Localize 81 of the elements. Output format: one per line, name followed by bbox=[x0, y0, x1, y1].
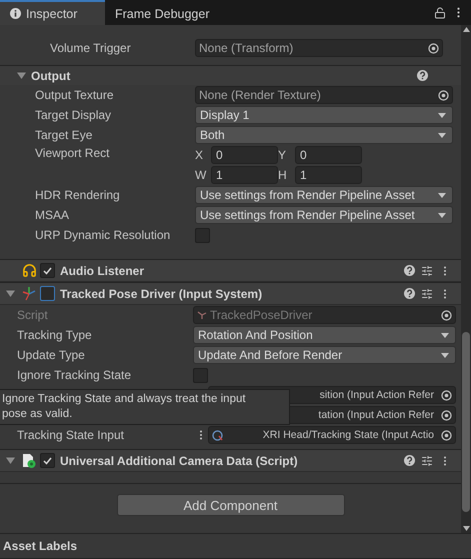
preset-sliders-icon[interactable] bbox=[421, 288, 433, 300]
field-label: Update Type bbox=[17, 348, 86, 362]
scroll-up-arrow-icon[interactable] bbox=[462, 27, 470, 32]
enable-checkbox[interactable] bbox=[40, 453, 55, 468]
field-label: Tracking Type bbox=[17, 328, 93, 342]
dropdown-arrow-icon bbox=[438, 192, 446, 198]
axis-label: H bbox=[278, 168, 288, 182]
component-header[interactable]: Audio Listener bbox=[0, 259, 461, 282]
field-label: URP Dynamic Resolution bbox=[35, 228, 172, 242]
script-icon bbox=[197, 310, 207, 320]
field-label: Volume Trigger bbox=[50, 41, 132, 55]
target-icon[interactable] bbox=[441, 390, 452, 400]
component-header[interactable]: Tracked Pose Driver (Input System) bbox=[0, 282, 461, 305]
checkbox[interactable] bbox=[193, 368, 208, 382]
component-title: Audio Listener bbox=[60, 264, 144, 278]
dropdown-field[interactable]: Rotation And Position bbox=[193, 326, 456, 344]
dropdown-field[interactable]: Display 1 bbox=[195, 106, 453, 124]
tab[interactable]: Inspector bbox=[0, 0, 105, 25]
dropdown-field[interactable]: Use settings from Render Pipeline Asset bbox=[195, 206, 453, 224]
tooltip: Ignore Tracking State and always treat the input pose as valid. bbox=[0, 389, 290, 425]
enable-checkbox[interactable] bbox=[40, 263, 55, 278]
number-field[interactable]: 0 bbox=[295, 146, 362, 164]
checkbox[interactable] bbox=[195, 228, 210, 242]
target-icon[interactable] bbox=[441, 410, 452, 420]
target-icon[interactable] bbox=[438, 90, 449, 100]
dropdown-arrow-icon bbox=[441, 352, 449, 358]
headphones-icon bbox=[22, 263, 36, 278]
footer-bar[interactable]: Asset Labels bbox=[0, 533, 471, 559]
target-icon[interactable] bbox=[441, 430, 452, 440]
object-field[interactable]: None (Render Texture) bbox=[195, 86, 453, 104]
component-title: Tracked Pose Driver (Input System) bbox=[60, 286, 262, 300]
component-title: Universal Additional Camera Data (Script) bbox=[60, 454, 298, 468]
dropdown-field[interactable]: Both bbox=[195, 126, 453, 144]
field-label: Tracking State Input bbox=[17, 428, 125, 442]
tab[interactable]: Frame Debugger bbox=[105, 0, 215, 25]
dropdown-arrow-icon bbox=[438, 112, 446, 118]
info-icon bbox=[10, 8, 21, 19]
field-label: Output Texture bbox=[35, 88, 114, 102]
help-icon[interactable] bbox=[404, 288, 415, 299]
scroll-down-arrow-icon[interactable] bbox=[462, 526, 470, 531]
axis-label: Y bbox=[278, 148, 288, 162]
dropdown-arrow-icon bbox=[438, 212, 446, 218]
script-gear-icon bbox=[22, 452, 36, 468]
field-label: MSAA bbox=[35, 208, 70, 222]
footer-title: Asset Labels bbox=[3, 539, 78, 553]
field-label: Target Display bbox=[35, 108, 112, 122]
foldout-arrow-icon[interactable] bbox=[6, 456, 15, 465]
section-title: Output bbox=[31, 68, 70, 82]
number-field[interactable]: 1 bbox=[211, 166, 278, 184]
component-header[interactable]: Universal Additional Camera Data (Script) bbox=[0, 449, 461, 472]
dropdown-arrow-icon bbox=[441, 332, 449, 338]
number-field[interactable]: 0 bbox=[211, 146, 278, 164]
field-label: Viewport Rect bbox=[35, 146, 110, 162]
object-field[interactable]: XRI Head/Tracking State (Input Actio bbox=[208, 426, 456, 444]
axis-label: W bbox=[195, 168, 208, 182]
checkmark-icon bbox=[43, 456, 52, 464]
lock-icon[interactable] bbox=[434, 6, 446, 18]
add-component-button[interactable]: Add Component bbox=[116, 494, 344, 516]
preset-sliders-icon[interactable] bbox=[421, 264, 433, 276]
axes-icon bbox=[22, 286, 36, 301]
enable-checkbox[interactable] bbox=[40, 286, 55, 301]
help-icon[interactable] bbox=[404, 265, 415, 276]
field-label: Script bbox=[17, 308, 49, 322]
field-label: Ignore Tracking State bbox=[17, 368, 132, 382]
scrollbar[interactable] bbox=[461, 25, 471, 533]
preset-sliders-icon[interactable] bbox=[421, 454, 433, 466]
help-icon[interactable] bbox=[404, 455, 415, 466]
dropdown-field[interactable]: Use settings from Render Pipeline Asset bbox=[195, 186, 453, 204]
action-asset-icon bbox=[212, 430, 223, 440]
dropdown-arrow-icon bbox=[438, 132, 446, 138]
dropdown-field[interactable]: Update And Before Render bbox=[193, 346, 456, 364]
number-field[interactable]: 1 bbox=[295, 166, 362, 184]
axis-label: X bbox=[195, 148, 204, 162]
field-label: HDR Rendering bbox=[35, 188, 121, 202]
object-field[interactable]: None (Transform) bbox=[195, 39, 443, 57]
help-icon[interactable] bbox=[417, 70, 428, 81]
target-icon[interactable] bbox=[428, 42, 439, 54]
foldout-arrow-icon[interactable] bbox=[17, 71, 26, 80]
foldout-arrow-icon[interactable] bbox=[6, 289, 15, 298]
field-label: Target Eye bbox=[35, 128, 94, 142]
checkmark-icon bbox=[43, 266, 52, 274]
